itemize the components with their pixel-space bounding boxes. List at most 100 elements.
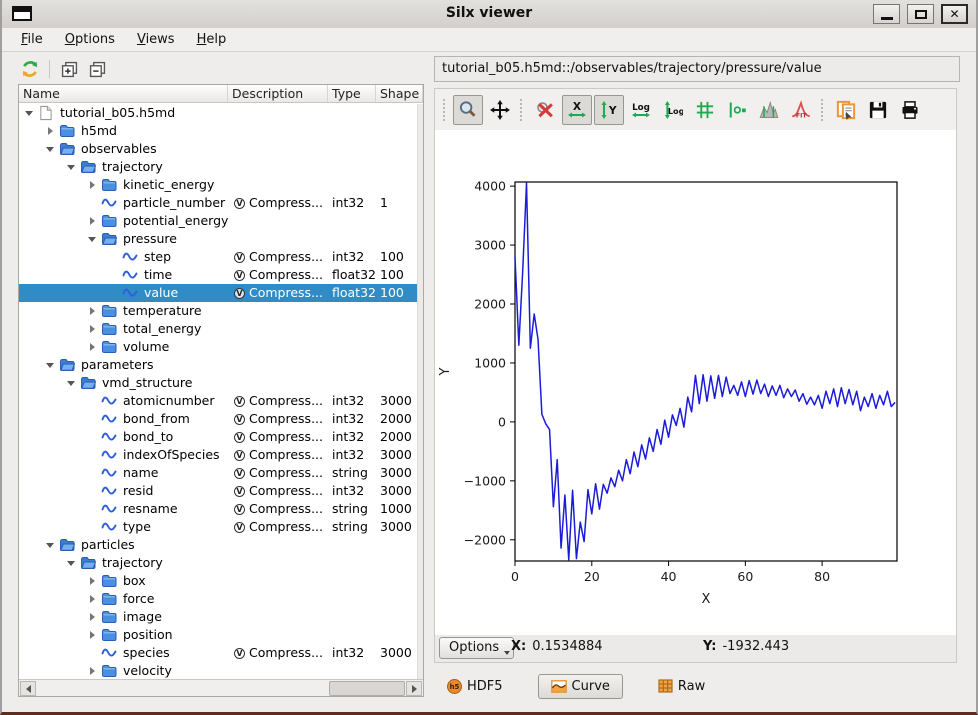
tree-row[interactable]: vmd_structure (19, 374, 418, 392)
tree-row[interactable]: observables (19, 140, 418, 158)
tree-row[interactable]: position (19, 626, 418, 644)
collapse-arrow-icon[interactable] (23, 107, 35, 119)
tree-row[interactable]: particle_numberVCompress...int321 (19, 194, 418, 212)
tree-row[interactable]: velocity (19, 662, 418, 680)
tree-row[interactable]: timeVCompress...float32100 (19, 266, 418, 284)
type-cell: string (328, 464, 376, 482)
tree-row[interactable]: bond_fromVCompress...int322000 (19, 410, 418, 428)
tree-row[interactable]: indexOfSpeciesVCompress...int323000 (19, 446, 418, 464)
tree-row[interactable]: resnameVCompress...string1000 (19, 500, 418, 518)
collapse-all-button[interactable] (83, 56, 111, 82)
expand-arrow-icon[interactable] (86, 575, 98, 587)
arrow-spacer (86, 485, 98, 497)
collapse-arrow-icon[interactable] (65, 377, 77, 389)
x-log-scale-button[interactable]: Log (626, 95, 656, 125)
tree-row[interactable]: image (19, 608, 418, 626)
tab-hdf5[interactable]: h5 HDF5 (434, 674, 516, 699)
options-button[interactable]: Options (439, 637, 514, 659)
tree-row[interactable]: bond_toVCompress...int322000 (19, 428, 418, 446)
expand-arrow-icon[interactable] (86, 665, 98, 677)
minimize-button[interactable] (873, 4, 900, 24)
curve-plot[interactable]: 020406080−2000−100001000200030004000XY (435, 130, 956, 635)
tree-row[interactable]: pressure (19, 230, 418, 248)
collapse-arrow-icon[interactable] (44, 539, 56, 551)
expand-arrow-icon[interactable] (86, 341, 98, 353)
zoom-mode-button[interactable] (453, 95, 483, 125)
tree-row[interactable]: trajectory (19, 158, 418, 176)
expand-arrow-icon[interactable] (44, 125, 56, 137)
y-log-scale-button[interactable]: Log (658, 95, 688, 125)
curve-style-button[interactable] (722, 95, 752, 125)
tree-row[interactable]: potential_energy (19, 212, 418, 230)
tree-row[interactable]: trajectory (19, 554, 418, 572)
tree-row[interactable]: temperature (19, 302, 418, 320)
tree-row[interactable]: typeVCompress...string3000 (19, 518, 418, 536)
maximize-button[interactable] (907, 4, 934, 24)
expand-arrow-icon[interactable] (86, 179, 98, 191)
collapse-arrow-icon[interactable] (44, 143, 56, 155)
column-header-description[interactable]: Description (228, 85, 328, 102)
tree-row[interactable]: stepVCompress...int32100 (19, 248, 418, 266)
menu-options[interactable]: Options (54, 30, 126, 49)
tree-row[interactable]: kinetic_energy (19, 176, 418, 194)
close-button[interactable]: ✕ (941, 4, 968, 24)
copy-button[interactable] (831, 95, 861, 125)
tree-row[interactable]: force (19, 590, 418, 608)
tree-row[interactable]: nameVCompress...string3000 (19, 464, 418, 482)
save-button[interactable] (863, 95, 893, 125)
column-header-type[interactable]: Type (328, 85, 376, 102)
scroll-left-arrow[interactable] (20, 681, 36, 696)
expand-arrow-icon[interactable] (86, 305, 98, 317)
collapse-arrow-icon[interactable] (65, 557, 77, 569)
histogram-button[interactable] (754, 95, 784, 125)
column-header-name[interactable]: Name (19, 85, 228, 102)
refresh-button[interactable] (16, 56, 44, 82)
column-header-shape[interactable]: Shape (376, 85, 423, 102)
tree-row[interactable]: atomicnumberVCompress...int323000 (19, 392, 418, 410)
collapse-arrow-icon[interactable] (86, 233, 98, 245)
tree-vertical-scrollbar[interactable] (417, 104, 423, 680)
print-button[interactable] (895, 95, 925, 125)
collapse-arrow-icon[interactable] (65, 161, 77, 173)
tab-raw[interactable]: Raw (645, 674, 718, 699)
tab-curve[interactable]: Curve (538, 674, 623, 699)
tree-row[interactable]: residVCompress...int323000 (19, 482, 418, 500)
node-label: particle_number (122, 194, 225, 212)
type-cell (328, 230, 376, 248)
menu-help[interactable]: Help (186, 30, 238, 49)
y-autoscale-button[interactable]: Y (594, 95, 624, 125)
scroll-right-arrow[interactable] (406, 681, 422, 696)
expand-arrow-icon[interactable] (86, 215, 98, 227)
collapse-arrow-icon[interactable] (44, 359, 56, 371)
pan-mode-button[interactable] (485, 95, 515, 125)
menu-views[interactable]: Views (126, 30, 186, 49)
tree-horizontal-scrollbar[interactable] (19, 679, 423, 696)
menu-file[interactable]: File (10, 30, 54, 49)
tree-row[interactable]: total_energy (19, 320, 418, 338)
expand-all-button[interactable] (55, 56, 83, 82)
type-cell (328, 338, 376, 356)
type-cell: int32 (328, 644, 376, 662)
tree-row[interactable]: volume (19, 338, 418, 356)
expand-arrow-icon[interactable] (86, 629, 98, 641)
x-autoscale-button[interactable]: X (562, 95, 592, 125)
plot-canvas[interactable]: 020406080−2000−100001000200030004000XY (435, 130, 956, 635)
description-text: Compress... (249, 248, 323, 266)
shape-cell (376, 662, 418, 680)
expand-arrow-icon[interactable] (86, 323, 98, 335)
tree-row[interactable]: box (19, 572, 418, 590)
tree-row[interactable]: particles (19, 536, 418, 554)
grid-button[interactable] (690, 95, 720, 125)
tree-row[interactable]: valueVCompress...float32100 (19, 284, 418, 302)
reset-zoom-button[interactable] (530, 95, 560, 125)
curve-style-icon (727, 100, 747, 120)
tree-row[interactable]: speciesVCompress...int323000 (19, 644, 418, 662)
panel-splitter[interactable] (425, 84, 434, 697)
expand-arrow-icon[interactable] (86, 593, 98, 605)
expand-arrow-icon[interactable] (86, 611, 98, 623)
tree-row[interactable]: parameters (19, 356, 418, 374)
tree-row[interactable]: h5md (19, 122, 418, 140)
fit-button[interactable]: FIT (786, 95, 816, 125)
tree-row[interactable]: tutorial_b05.h5md (19, 104, 418, 122)
scrollbar-thumb[interactable] (329, 681, 405, 696)
